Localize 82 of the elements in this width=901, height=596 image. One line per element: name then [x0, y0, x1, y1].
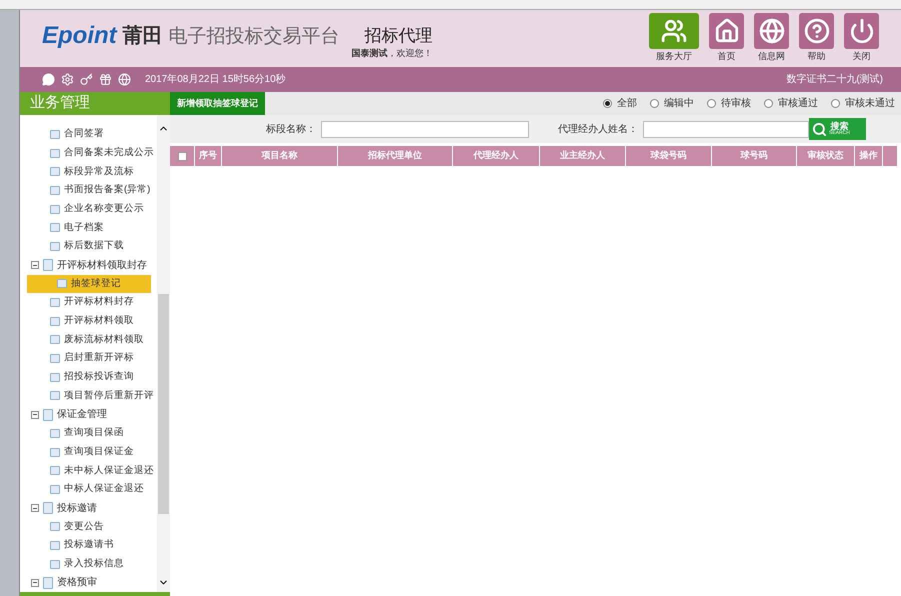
menu-item[interactable]: 招投标投诉查询: [20, 368, 157, 387]
menu-group[interactable]: 保证金管理: [20, 405, 157, 424]
key-icon[interactable]: [80, 73, 93, 86]
menu-item[interactable]: 抽签球登记: [27, 274, 151, 294]
menu-item[interactable]: 开评标材料封存: [20, 293, 157, 312]
column-header: 球号码: [712, 146, 797, 166]
column-header: 业主经办人: [540, 146, 626, 166]
nav-button[interactable]: 信息网: [754, 13, 789, 64]
menu-item[interactable]: 标后数据下载: [20, 237, 157, 256]
menu-item[interactable]: 书面报告备案(异常): [20, 181, 157, 200]
nav-button[interactable]: 关闭: [844, 13, 879, 64]
column-header: 操作: [855, 146, 883, 166]
menu-item[interactable]: 查询项目保函: [20, 424, 157, 443]
radio-icon[interactable]: [650, 99, 659, 108]
document-icon: [43, 408, 53, 421]
menu-group[interactable]: 开评标材料领取封存: [20, 256, 157, 274]
menu-item[interactable]: 企业名称变更公示: [20, 200, 157, 218]
column-header: 序号: [195, 146, 222, 166]
certificate-text: 数字证书二十九(测试): [786, 72, 883, 87]
field-label: 代理经办人姓名：: [557, 122, 638, 136]
nav-button[interactable]: 帮助: [799, 13, 834, 64]
column-header: 审核状态: [797, 146, 855, 166]
house-icon: [709, 13, 744, 49]
column-header: 球袋号码: [626, 146, 712, 166]
menu-group[interactable]: 投标邀请: [20, 498, 157, 518]
sidebar-title: 业务管理: [20, 92, 170, 115]
document-icon: [43, 259, 53, 272]
role-title: 招标代理: [364, 27, 433, 44]
search-icon: [812, 122, 827, 136]
datetime-text: 2017年08月22日 15时56分10秒: [145, 72, 286, 87]
filter-radio[interactable]: 编辑中: [650, 96, 694, 111]
collapse-icon[interactable]: [31, 410, 39, 419]
menu-item[interactable]: 合同签署: [20, 125, 157, 144]
menu-item[interactable]: 变更公告: [20, 517, 157, 536]
menu-item[interactable]: 投标邀请书: [20, 536, 157, 555]
radio-icon[interactable]: [603, 99, 612, 108]
scroll-thumb[interactable]: [158, 294, 169, 514]
input-field[interactable]: [643, 120, 809, 138]
document-icon: [43, 576, 53, 589]
city-title: 莆田: [122, 26, 163, 46]
menu-item[interactable]: 开评标材料领取: [20, 312, 157, 331]
menu-item[interactable]: 查询项目保证金: [20, 442, 157, 462]
filter-radio[interactable]: 全部: [603, 96, 637, 111]
filter-radio[interactable]: 审核未通过: [831, 96, 895, 111]
chat-icon[interactable]: [42, 73, 55, 86]
collapse-icon[interactable]: [31, 578, 39, 587]
nav-button[interactable]: 服务大厅: [649, 13, 699, 64]
filter-radio[interactable]: 审核通过: [764, 96, 818, 111]
checkbox[interactable]: [178, 152, 186, 160]
settings-icon[interactable]: [61, 73, 74, 86]
menu-item[interactable]: 启封重新开评标: [20, 349, 157, 368]
field-label: 标段名称：: [265, 122, 316, 136]
scrollbar[interactable]: [157, 115, 170, 592]
input-field[interactable]: [321, 120, 529, 138]
menu-group[interactable]: 资格预审: [20, 574, 157, 592]
menu-item[interactable]: 电子档案: [20, 218, 157, 238]
welcome-text: 国泰测试，欢迎您！: [352, 47, 433, 60]
column-header: 代理经办人: [453, 146, 540, 166]
power-icon: [844, 13, 879, 49]
menu-item[interactable]: 中标人保证金退还: [20, 480, 157, 499]
filter-radio[interactable]: 待审核: [707, 96, 751, 111]
menu-item[interactable]: 合同备案未完成公示: [20, 144, 157, 162]
platform-title: 电子招投标交易平台: [168, 27, 340, 46]
nav-button[interactable]: 首页: [709, 13, 744, 64]
globe-icon: [754, 13, 789, 49]
gift-icon[interactable]: [99, 73, 112, 86]
help-icon: [799, 13, 834, 49]
document-icon: [43, 502, 53, 514]
radio-icon[interactable]: [831, 99, 840, 108]
logo-text: Epoint: [42, 24, 117, 48]
menu-item[interactable]: 未中标人保证金退还: [20, 461, 157, 480]
radio-icon[interactable]: [764, 99, 773, 108]
column-header: 招标代理单位: [338, 146, 453, 166]
menu-item[interactable]: 录入投标信息: [20, 554, 157, 574]
radio-icon[interactable]: [707, 99, 716, 108]
add-tab[interactable]: 新增领取抽签球登记: [170, 92, 265, 115]
menu-item[interactable]: 废标流标材料领取: [20, 330, 157, 350]
collapse-icon[interactable]: [31, 261, 39, 270]
collapse-icon[interactable]: [31, 504, 39, 512]
column-header: 项目名称: [222, 146, 338, 166]
menu-item[interactable]: 项目暂停后重新开评: [20, 386, 157, 406]
menu-item[interactable]: 标段异常及流标: [20, 162, 157, 182]
